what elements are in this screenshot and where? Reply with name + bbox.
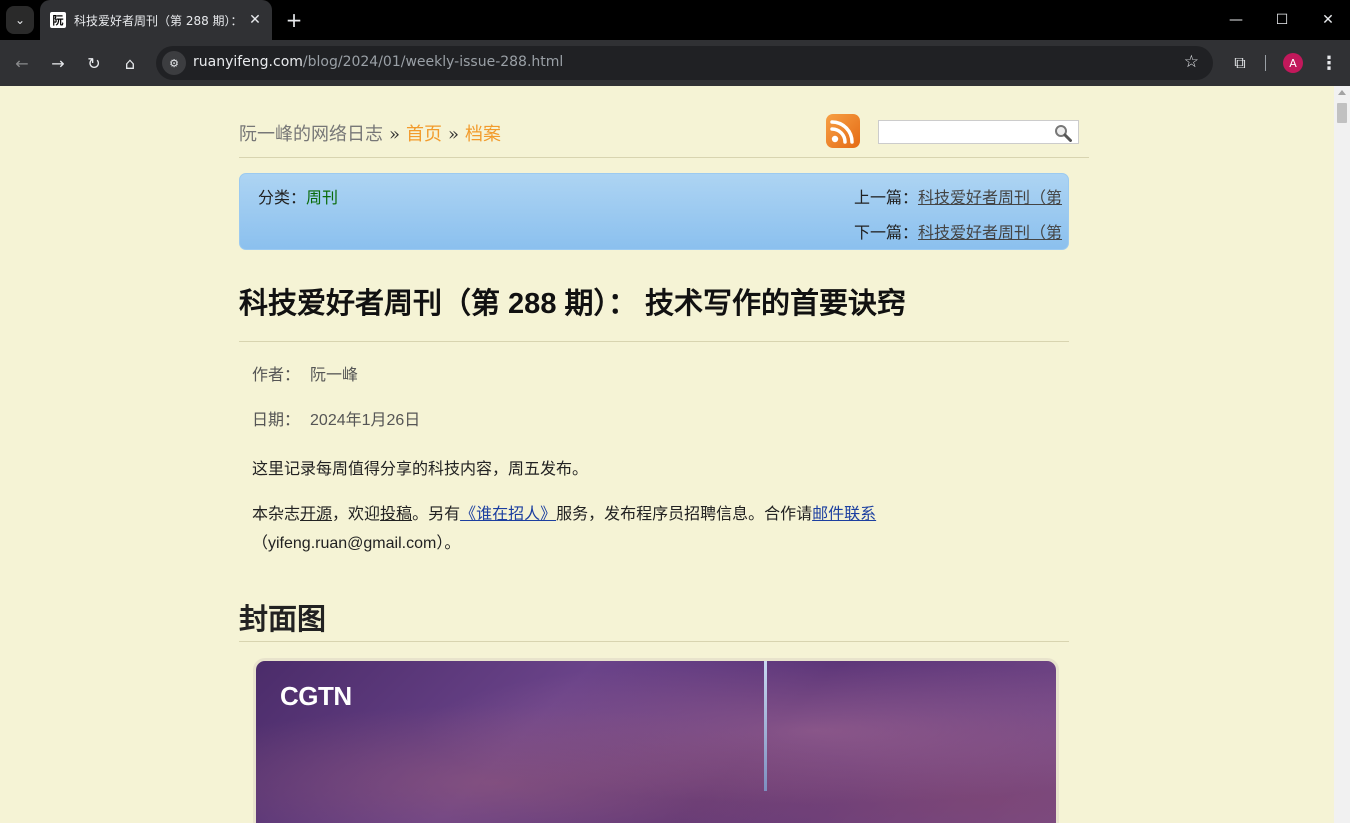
submit-link[interactable]: 投稿 [380, 506, 412, 523]
scroll-up-icon[interactable] [1338, 90, 1346, 95]
author-label: 作者： [252, 367, 301, 384]
rss-icon[interactable] [826, 114, 860, 148]
url-path: /blog/2024/01/weekly-issue-288.html [302, 54, 564, 70]
home-link[interactable]: 首页 [406, 124, 442, 145]
author-line: 作者： 阮一峰 [252, 361, 358, 385]
section-heading: 封面图 [239, 602, 327, 636]
date-label: 日期： [252, 412, 301, 429]
profile-avatar[interactable]: A [1283, 53, 1303, 73]
next-article: 下一篇：科技爱好者周刊（第 [854, 219, 1062, 243]
tab-search-button[interactable]: ⌄ [6, 6, 34, 34]
prev-article-link[interactable]: 科技爱好者周刊（第 [918, 190, 1062, 207]
bookmark-star-icon[interactable]: ☆ [1184, 52, 1199, 72]
who-is-hiring-link[interactable]: 《谁在招人》 [460, 506, 556, 523]
next-article-link[interactable]: 科技爱好者周刊（第 [918, 225, 1062, 242]
reload-button[interactable]: ↻ [80, 49, 108, 77]
url-host: ruanyifeng.com [193, 54, 303, 70]
close-window-button[interactable]: ✕ [1305, 0, 1350, 40]
cover-pole [764, 661, 767, 791]
maximize-button[interactable]: ☐ [1259, 0, 1305, 40]
search-input[interactable] [878, 120, 1079, 144]
article-info-box: 分类：周刊 上一篇：科技爱好者周刊（第 下一篇：科技爱好者周刊（第 [239, 173, 1069, 250]
site-header: 阮一峰的网络日志» 首页» 档案 [239, 114, 1089, 158]
text-span: 本杂志 [252, 506, 301, 523]
forward-button[interactable]: → [44, 49, 72, 77]
toolbar-divider [1265, 55, 1266, 71]
home-button[interactable]: ⌂ [116, 49, 144, 77]
address-bar[interactable]: ⚙ ruanyifeng.com/blog/2024/01/weekly-iss… [156, 46, 1213, 80]
cgtn-logo: CGTN [280, 681, 352, 711]
divider [239, 341, 1069, 342]
chevron-down-icon: ⌄ [14, 13, 26, 27]
browser-toolbar: ← → ↻ ⌂ ⚙ ruanyifeng.com/blog/2024/01/we… [0, 40, 1350, 86]
minimize-button[interactable]: — [1213, 0, 1259, 40]
more-menu-icon[interactable]: ⋮ [1315, 49, 1343, 77]
vertical-scrollbar[interactable] [1334, 86, 1350, 823]
tab-title: 科技爱好者周刊（第 288 期）： [74, 13, 243, 28]
category: 分类：周刊 [258, 184, 338, 208]
breadcrumb-separator: » [448, 124, 460, 145]
open-source-link[interactable]: 开源 [300, 506, 332, 523]
author-name: 阮一峰 [310, 367, 359, 384]
site-info-icon[interactable]: ⚙ [162, 51, 186, 75]
archive-link[interactable]: 档案 [465, 124, 501, 145]
email-contact-link[interactable]: 邮件联系 [812, 506, 876, 523]
arrow-left-icon: ← [15, 53, 29, 73]
close-icon[interactable]: ✕ [246, 11, 264, 29]
browser-tab[interactable]: 阮 科技爱好者周刊（第 288 期）： ✕ [40, 0, 272, 40]
extensions-icon[interactable]: ⧉ [1226, 49, 1254, 77]
divider [239, 641, 1069, 642]
cover-image: CGTN [253, 658, 1059, 823]
text-span: ，欢迎 [332, 506, 381, 523]
category-link[interactable]: 周刊 [306, 190, 338, 207]
contribute-paragraph: 本杂志开源，欢迎投稿。另有《谁在招人》服务，发布程序员招聘信息。合作请邮件联系 [252, 500, 876, 524]
tab-strip: ⌄ 阮 科技爱好者周刊（第 288 期）： ✕ + — ☐ ✕ [0, 0, 1350, 40]
site-name: 阮一峰的网络日志 [239, 124, 383, 145]
category-label: 分类： [258, 190, 307, 207]
date-line: 日期： 2024年1月26日 [252, 406, 420, 430]
article-title: 科技爱好者周刊（第 288 期）： 技术写作的首要诀窍 [239, 288, 907, 320]
search-icon[interactable] [1054, 124, 1072, 142]
favicon-icon: 阮 [50, 12, 66, 28]
web-page: 阮一峰的网络日志» 首页» 档案 分类：周刊 上一篇：科技爱好者周刊（第 下一篇… [0, 86, 1334, 823]
close-icon: ✕ [1322, 12, 1334, 28]
back-button[interactable]: ← [8, 49, 36, 77]
prev-label: 上一篇： [853, 190, 918, 207]
previous-article: 上一篇：科技爱好者周刊（第 [854, 184, 1062, 208]
arrow-right-icon: → [51, 53, 65, 73]
plus-icon: + [285, 8, 303, 32]
intro-paragraph: 这里记录每周值得分享的科技内容，周五发布。 [252, 461, 589, 478]
home-icon: ⌂ [124, 53, 136, 73]
contact-email: （yifeng.ruan@gmail.com）。 [252, 535, 461, 552]
breadcrumb-separator: » [389, 124, 401, 145]
minimize-icon: — [1229, 12, 1243, 28]
new-tab-button[interactable]: + [280, 6, 308, 34]
scroll-thumb[interactable] [1337, 103, 1347, 123]
url-text[interactable]: ruanyifeng.com/blog/2024/01/weekly-issue… [193, 54, 563, 70]
text-span: 。另有 [412, 506, 461, 523]
breadcrumb: 阮一峰的网络日志» 首页» 档案 [239, 120, 501, 146]
publish-date: 2024年1月26日 [310, 412, 421, 429]
reload-icon: ↻ [87, 53, 101, 73]
next-label: 下一篇： [853, 225, 918, 242]
text-span: 服务，发布程序员招聘信息。合作请 [556, 506, 813, 523]
maximize-icon: ☐ [1275, 12, 1289, 28]
